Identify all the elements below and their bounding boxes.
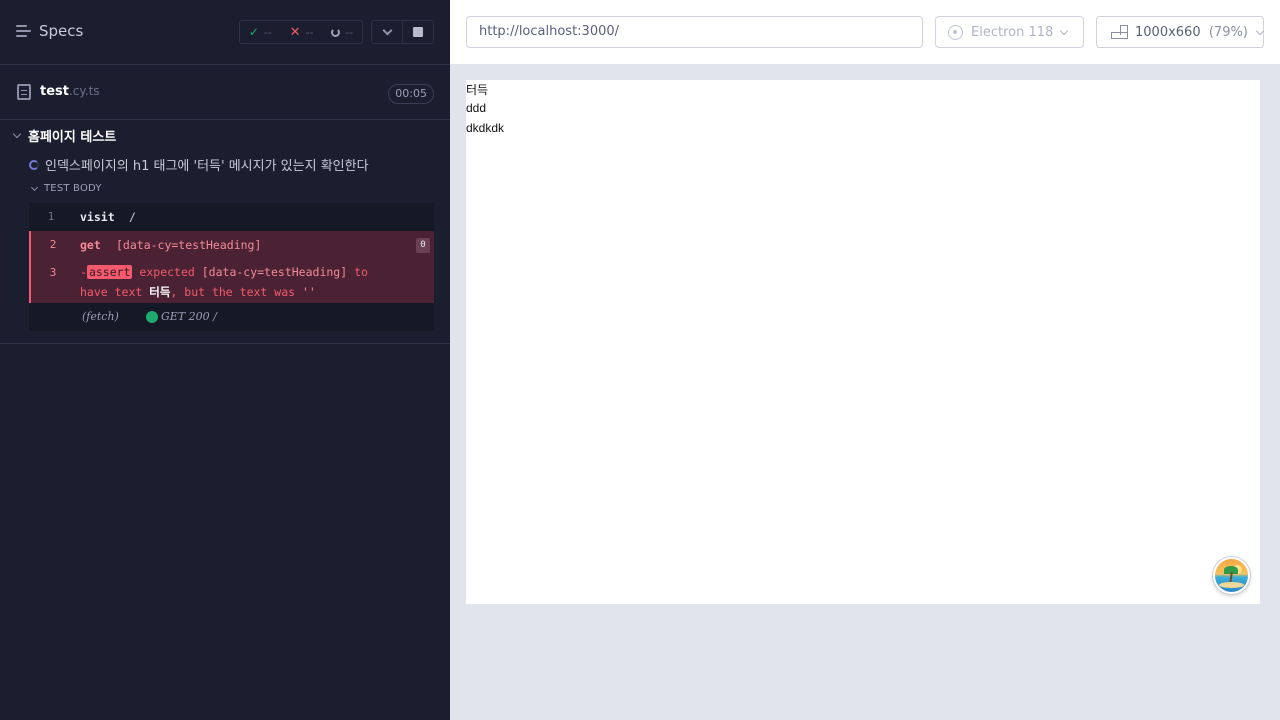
assert-have-text: have text xyxy=(80,285,143,299)
failed-stat: ✕ -- xyxy=(290,25,314,40)
command-row-assert[interactable]: 3 - assert expected [data-cy=testHeading]… xyxy=(29,259,434,303)
test-stats: ✓ -- ✕ -- -- xyxy=(239,20,363,44)
url-bar[interactable]: http://localhost:3000/ xyxy=(466,16,923,48)
element-count-badge: 0 xyxy=(416,238,430,253)
cross-icon: ✕ xyxy=(289,24,301,40)
collapse-button[interactable] xyxy=(372,21,402,43)
test-body-label: TEST BODY xyxy=(44,183,102,194)
stop-button[interactable] xyxy=(402,21,433,43)
viewport-selector[interactable]: 1000x660 (79%) xyxy=(1096,16,1265,48)
stop-icon xyxy=(413,27,423,37)
passed-count: -- xyxy=(263,25,272,39)
beach-island-icon[interactable] xyxy=(1213,557,1250,594)
aut-content-line: ddd xyxy=(466,101,487,115)
assert-expected-value: 터득 xyxy=(149,285,171,299)
suite-title-row[interactable]: 홈페이지 테스트 xyxy=(12,126,117,145)
specs-list-toggle[interactable]: Specs xyxy=(16,22,83,40)
test-title-row[interactable]: 인덱스페이지의 h1 태그에 '터득' 메시지가 있는지 확인한다 xyxy=(29,155,369,174)
spec-file-row[interactable]: test.cy.ts 00:05 xyxy=(0,65,450,120)
document-icon xyxy=(17,84,31,100)
assert-badge: assert xyxy=(86,265,133,279)
command-message: / xyxy=(129,210,136,224)
caret-down-icon xyxy=(30,183,39,191)
command-number: 3 xyxy=(49,266,57,279)
assert-to: to xyxy=(354,265,368,279)
aut-header: http://localhost:3000/ Electron 118 1000… xyxy=(450,0,1280,64)
fetch-log-row[interactable]: (fetch) GET 200 / xyxy=(29,303,434,331)
status-success-dot-icon xyxy=(146,311,158,323)
spec-duration: 00:05 xyxy=(388,84,434,104)
assert-prefix: - xyxy=(80,265,87,279)
ruler-icon xyxy=(1111,25,1128,39)
spec-file-base: test xyxy=(40,84,69,99)
command-row-visit[interactable]: 1 visit / xyxy=(29,203,434,231)
specs-list-icon xyxy=(16,25,31,37)
caret-down-icon xyxy=(12,129,22,139)
suite-title: 홈페이지 테스트 xyxy=(28,130,117,145)
spec-file-name: test.cy.ts xyxy=(40,84,100,99)
test-suite: 홈페이지 테스트 인덱스페이지의 h1 태그에 '터득' 메시지가 있는지 확인… xyxy=(0,120,450,344)
assert-selector: [data-cy=testHeading] xyxy=(201,265,348,279)
command-row-get[interactable]: 2 get [data-cy=testHeading] 0 xyxy=(29,231,434,259)
aut-content-line: dkdkdk xyxy=(466,121,505,135)
reporter-panel: Specs ✓ -- ✕ -- -- test.cy.ts 00:05 홈페이지… xyxy=(0,0,450,720)
viewport-size: 1000x660 (79%) xyxy=(1135,25,1248,40)
pending-icon xyxy=(331,27,341,37)
check-icon: ✓ xyxy=(248,25,259,39)
assert-actual-value: '' xyxy=(301,285,316,299)
command-name: get xyxy=(80,238,101,252)
assert-but: , but the text was xyxy=(170,285,296,299)
viewport-dimensions: 1000x660 xyxy=(1135,24,1201,40)
test-title: 인덱스페이지의 h1 태그에 '터득' 메시지가 있는지 확인한다 xyxy=(45,159,369,174)
app-under-test-panel: http://localhost:3000/ Electron 118 1000… xyxy=(450,0,1280,720)
command-name: visit xyxy=(80,210,115,224)
aut-content-line: 터득 xyxy=(466,83,489,97)
running-spinner-icon xyxy=(29,159,39,170)
electron-icon xyxy=(948,24,963,40)
fetch-request: GET 200 / xyxy=(161,310,217,323)
command-message: [data-cy=testHeading] xyxy=(116,238,262,252)
browser-selector[interactable]: Electron 118 xyxy=(935,16,1084,48)
command-number: 1 xyxy=(47,210,55,223)
spec-file-ext: .cy.ts xyxy=(68,84,100,98)
fetch-label: (fetch) xyxy=(82,310,119,323)
chevron-down-icon xyxy=(1255,26,1265,35)
reporter-header: Specs ✓ -- ✕ -- -- xyxy=(0,0,450,65)
chevron-down-icon xyxy=(1060,26,1069,35)
assert-message-line-1: - assert expected [data-cy=testHeading] t… xyxy=(80,265,368,279)
command-number: 2 xyxy=(49,238,57,251)
specs-label: Specs xyxy=(39,22,84,40)
test-body-toggle[interactable]: TEST BODY xyxy=(30,183,102,194)
runner-controls xyxy=(371,20,434,44)
browser-name: Electron 118 xyxy=(971,24,1054,40)
aut-iframe: 터득 ddd dkdkdk xyxy=(466,80,1260,604)
pending-stat: -- xyxy=(331,26,353,39)
viewport-scale: (79%) xyxy=(1208,24,1248,40)
chevron-down-icon xyxy=(382,25,392,35)
assert-expected: expected xyxy=(139,265,195,279)
assert-message-line-2: have text 터득, but the text was '' xyxy=(80,284,316,300)
passed-stat: ✓ -- xyxy=(249,25,272,39)
pending-count: -- xyxy=(345,25,354,39)
failed-count: -- xyxy=(305,25,314,39)
